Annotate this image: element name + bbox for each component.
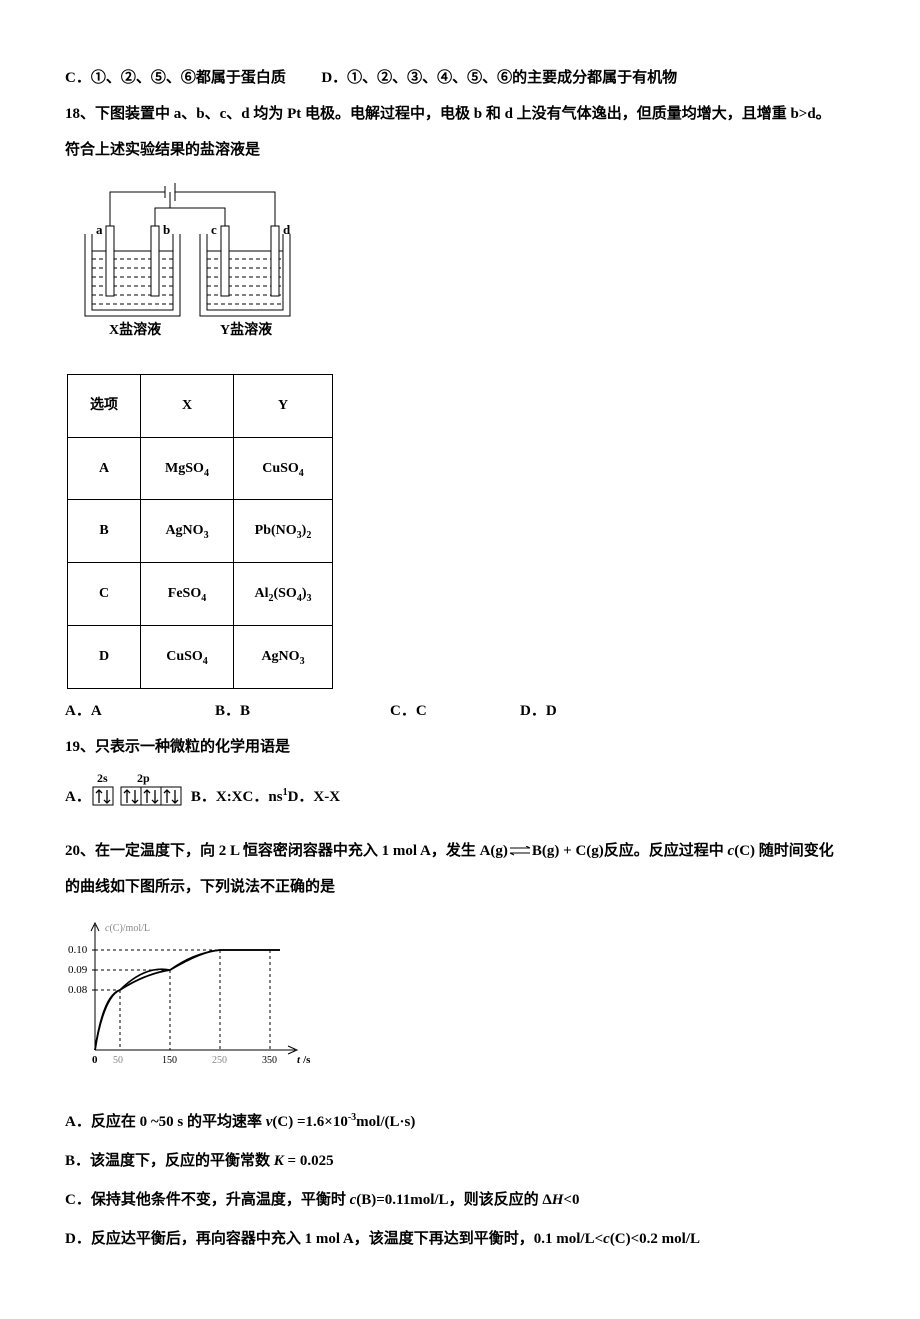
cell-x: MgSO4: [141, 437, 234, 500]
q18-option-d: D．D: [520, 693, 557, 729]
q20-option-d: D．反应达平衡后，再向容器中充入 1 mol A，该温度下再达到平衡时，0.1 …: [65, 1220, 855, 1259]
orbital-2p-label: 2p: [137, 771, 150, 785]
q19-option-a-label: A．: [65, 779, 91, 815]
chart-xtick: 250: [212, 1055, 227, 1066]
q17-option-d: D．①、②、③、④、⑤、⑥的主要成分都属于有机物: [321, 70, 677, 86]
concentration-time-chart: c(C)/mol/L 0.10 0.09 0.08 0 50 150 250 3…: [65, 915, 855, 1089]
electrode-c-label: c: [211, 222, 217, 237]
q19-option-d: D．X-X: [288, 779, 341, 815]
q18-option-c: C．C: [390, 693, 520, 729]
equilibrium-arrow-icon: [508, 846, 532, 856]
q19-stem: 19、只表示一种微粒的化学用语是: [65, 729, 855, 765]
table-row: B AgNO3 Pb(NO3)2: [68, 500, 333, 563]
q19-option-b: B．X:X: [191, 779, 243, 815]
cell-y: AgNO3: [234, 625, 333, 688]
beaker-x-label: X盐溶液: [109, 321, 162, 338]
cell-opt: B: [68, 500, 141, 563]
chart-ytick: 0.10: [68, 944, 88, 956]
cell-opt: C: [68, 563, 141, 626]
table-header-y: Y: [234, 375, 333, 438]
q18-stem-line1: 18、下图装置中 a、b、c、d 均为 Pt 电极。电解过程中，电极 b 和 d…: [65, 96, 855, 132]
electrode-b-label: b: [163, 222, 170, 237]
chart-ytick: 0.08: [68, 984, 88, 996]
q20-option-c: C．保持其他条件不变，升高温度，平衡时 c(B)=0.11mol/L，则该反应的…: [65, 1181, 855, 1220]
table-row: C FeSO4 Al2(SO4)3: [68, 563, 333, 626]
chart-xtick: 350: [262, 1055, 277, 1066]
cell-x: AgNO3: [141, 500, 234, 563]
q20-stem-line2: 的曲线如下图所示，下列说法不正确的是: [65, 869, 855, 905]
cell-y: CuSO4: [234, 437, 333, 500]
beaker-y-label: Y盐溶液: [220, 321, 273, 338]
electrode-a-label: a: [96, 222, 103, 237]
orbital-diagram-icon: 2s 2p: [91, 771, 189, 823]
q18-option-b: B．B: [215, 693, 390, 729]
table-row: 选项 X Y: [68, 375, 333, 438]
q18-option-a: A．A: [65, 693, 215, 729]
cell-opt: D: [68, 625, 141, 688]
table-header-x: X: [141, 375, 234, 438]
table-header-option: 选项: [68, 375, 141, 438]
table-row: A MgSO4 CuSO4: [68, 437, 333, 500]
q18-stem-line2: 符合上述实验结果的盐溶液是: [65, 132, 855, 168]
cell-y: Pb(NO3)2: [234, 500, 333, 563]
chart-x-label: t/s: [297, 1054, 311, 1066]
cell-opt: A: [68, 437, 141, 500]
orbital-2s-label: 2s: [97, 771, 108, 785]
table-row: D CuSO4 AgNO3: [68, 625, 333, 688]
electrolysis-apparatus-figure: a b c d X盐溶液 Y盐溶液: [65, 176, 855, 370]
electrode-d-label: d: [283, 222, 291, 237]
chart-y-label: c(C)/mol/L: [105, 923, 150, 934]
cell-x: FeSO4: [141, 563, 234, 626]
q19-option-c: C．ns1: [243, 779, 288, 815]
q18-answer-options: A．A B．B C．C D．D: [65, 693, 855, 729]
chart-ytick: 0.09: [68, 964, 88, 976]
q20-option-b: B．该温度下，反应的平衡常数 K = 0.025: [65, 1142, 855, 1181]
chart-xtick: 0: [92, 1054, 98, 1066]
q18-options-table: 选项 X Y A MgSO4 CuSO4 B AgNO3 Pb(NO3)2 C …: [67, 374, 333, 689]
cell-x: CuSO4: [141, 625, 234, 688]
chart-xtick: 150: [162, 1055, 177, 1066]
cell-y: Al2(SO4)3: [234, 563, 333, 626]
q17-option-c: C．①、②、⑤、⑥都属于蛋白质: [65, 70, 286, 86]
q20-option-a: A．反应在 0 ~50 s 的平均速率 v(C) =1.6×10-3mol/(L…: [65, 1103, 855, 1142]
chart-xtick: 50: [113, 1055, 123, 1066]
q20-stem-line1: 20、在一定温度下，向 2 L 恒容密闭容器中充入 1 mol A，发生 A(g…: [65, 833, 855, 869]
